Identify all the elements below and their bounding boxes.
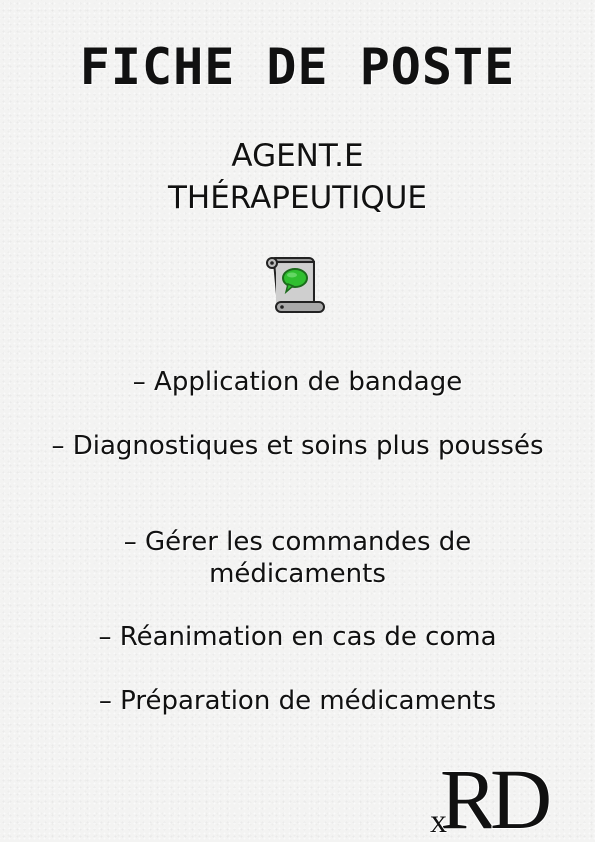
page-title: FICHE DE POSTE: [79, 38, 516, 96]
duty-item: – Diagnostiques et soins plus poussés: [51, 431, 544, 461]
job-role-line-1: AGENT.E: [231, 138, 364, 174]
job-role-line-2: THÉRAPEUTIQUE: [167, 180, 428, 216]
duty-item: – Réanimation en cas de coma: [98, 622, 497, 652]
duty-item: – Gérer les commandes de médicaments: [123, 527, 472, 589]
rd-logo: R D x: [429, 750, 565, 842]
job-role-subtitle: AGENT.E THÉRAPEUTIQUE: [0, 135, 595, 219]
job-sheet-page: FICHE DE POSTE AGENT.E THÉRAPEUTIQUE – A…: [0, 0, 595, 842]
svg-text:x: x: [430, 803, 447, 836]
scroll-speech-bubble-icon: [262, 252, 326, 316]
duty-item: – Application de bandage: [132, 367, 463, 397]
svg-text:D: D: [490, 758, 552, 836]
duty-item: – Préparation de médicaments: [98, 686, 497, 716]
